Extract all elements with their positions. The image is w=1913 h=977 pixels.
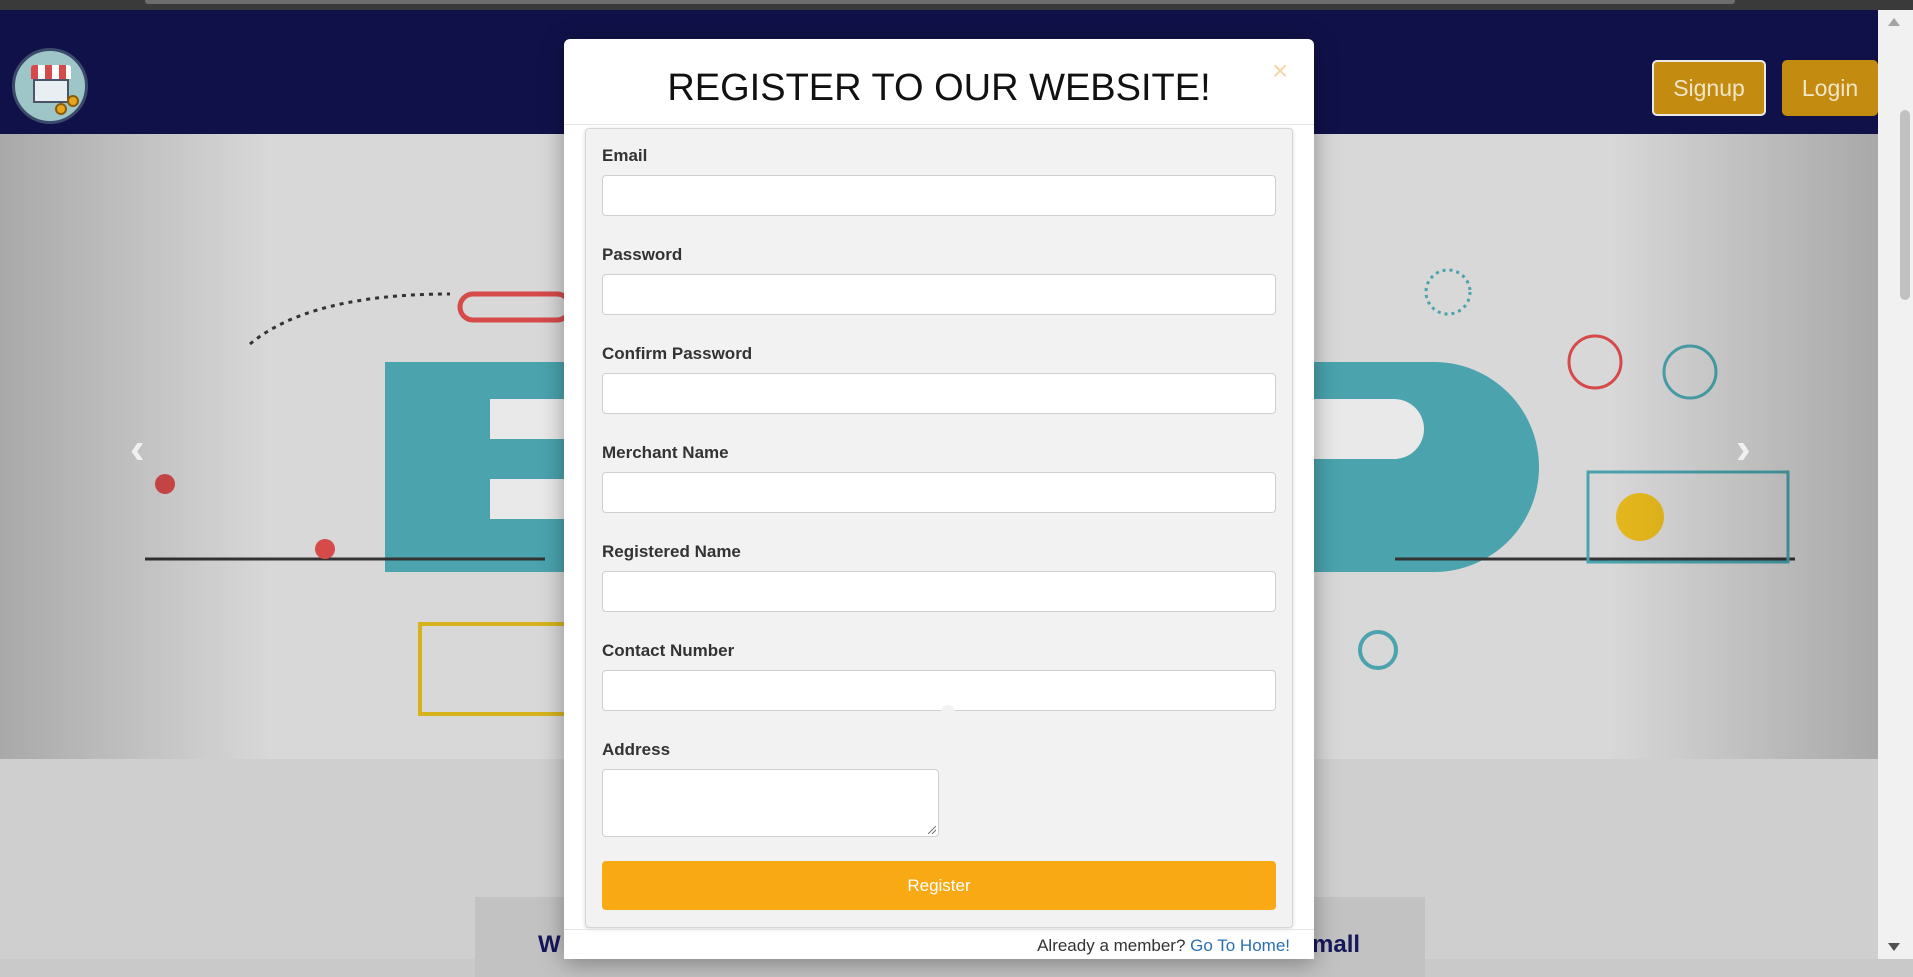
address-textarea[interactable] xyxy=(602,769,939,837)
coin-shape xyxy=(55,103,67,115)
logo-icon[interactable] xyxy=(12,48,88,124)
folder-icon xyxy=(418,622,572,716)
merchant-name-field[interactable] xyxy=(602,472,1276,513)
signup-button[interactable]: Signup xyxy=(1652,60,1766,116)
letter-b-gap xyxy=(1314,399,1424,459)
password-label: Password xyxy=(602,245,683,264)
dotted-circle-shape xyxy=(1424,268,1472,316)
chain-link-shape xyxy=(457,291,573,323)
login-button[interactable]: Login xyxy=(1782,60,1878,116)
go-to-home-link[interactable]: Go To Home! xyxy=(1190,936,1290,955)
already-member-text: Already a member? xyxy=(1037,936,1186,955)
address-label: Address xyxy=(602,740,671,759)
welcome-partial-right: mall xyxy=(1312,931,1361,958)
register-button[interactable]: Register xyxy=(602,861,1276,910)
chevron-left-icon[interactable]: ‹ xyxy=(130,424,145,474)
email-label: Email xyxy=(602,146,648,165)
circle-shape xyxy=(1358,630,1398,670)
footer-divider xyxy=(564,929,1314,930)
header-divider xyxy=(564,124,1314,125)
register-form: Email Password Confirm Password Merchant… xyxy=(585,128,1293,928)
confirm-password-field[interactable] xyxy=(602,373,1276,414)
letter-e-gap xyxy=(490,479,565,519)
browser-top-strip xyxy=(0,0,1913,10)
chevron-right-icon[interactable]: › xyxy=(1736,424,1751,474)
email-field[interactable] xyxy=(602,175,1276,216)
page-scrollbar[interactable] xyxy=(1878,10,1913,959)
welcome-partial-left: W xyxy=(538,931,561,958)
password-field[interactable] xyxy=(602,274,1276,315)
contact-number-field[interactable] xyxy=(602,670,1276,711)
pin-icon xyxy=(315,539,335,559)
awning-shape xyxy=(31,65,71,79)
resize-grip-icon[interactable] xyxy=(928,826,936,834)
scroll-thumb[interactable] xyxy=(1900,110,1910,300)
carousel-indicator-dot[interactable] xyxy=(941,705,955,719)
contact-number-label: Contact Number xyxy=(602,641,735,660)
merchant-name-label: Merchant Name xyxy=(602,443,729,462)
letter-e-gap xyxy=(490,399,565,439)
shop-shape xyxy=(33,79,69,103)
confirm-password-label: Confirm Password xyxy=(602,344,753,363)
modal-footer: Already a member? Go To Home! xyxy=(1037,936,1290,956)
registered-name-label: Registered Name xyxy=(602,542,741,561)
modal-title: REGISTER TO OUR WEBSITE! xyxy=(667,67,1211,109)
coin-shape xyxy=(67,95,79,107)
tab-strip xyxy=(145,0,1735,4)
close-icon[interactable]: × xyxy=(1272,55,1288,87)
registered-name-field[interactable] xyxy=(602,571,1276,612)
scroll-down-icon[interactable] xyxy=(1888,943,1900,951)
letter-e-shape xyxy=(385,362,565,572)
register-modal: REGISTER TO OUR WEBSITE! × Email Passwor… xyxy=(564,39,1314,959)
dashed-path xyxy=(249,292,451,346)
letter-b-shape xyxy=(1314,362,1539,572)
scroll-up-icon[interactable] xyxy=(1888,18,1900,26)
